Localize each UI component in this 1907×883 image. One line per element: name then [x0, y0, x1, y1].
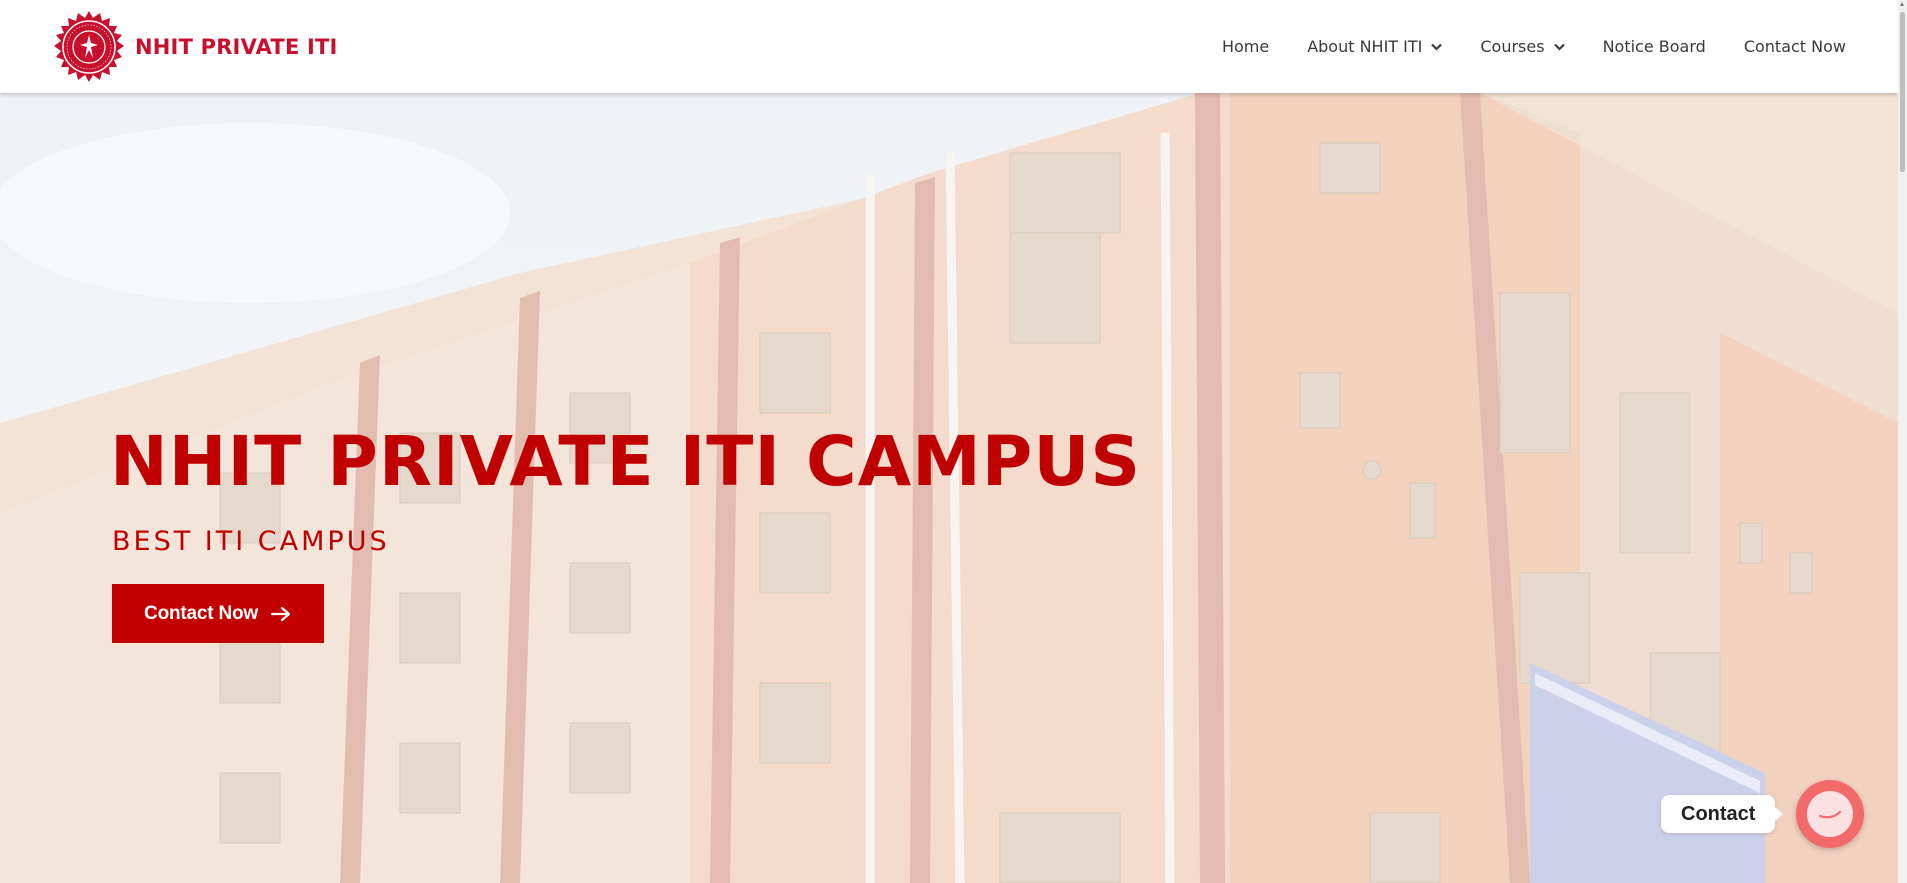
floating-contact-text: Contact — [1681, 802, 1756, 825]
nav-item-courses[interactable]: Courses — [1480, 37, 1565, 56]
college-seal-icon — [54, 11, 124, 82]
nav-item-home[interactable]: Home — [1222, 37, 1269, 56]
scroll-up-icon[interactable] — [1900, 2, 1904, 6]
brand-name: NHIT PRIVATE ITI — [135, 35, 338, 59]
brand[interactable]: NHIT PRIVATE ITI — [52, 10, 338, 84]
chevron-down-icon — [1431, 43, 1443, 51]
floating-contact-button[interactable] — [1796, 780, 1864, 848]
phone-handset-icon — [1818, 810, 1842, 819]
main-nav: Home About NHIT ITI Courses Notice Board… — [1222, 0, 1846, 93]
floating-contact-label[interactable]: Contact — [1661, 795, 1784, 833]
contact-now-button-label: Contact Now — [144, 602, 258, 624]
nav-item-label: Home — [1221, 37, 1270, 56]
nav-item-about[interactable]: About NHIT ITI — [1307, 37, 1443, 56]
arrow-right-icon — [270, 606, 291, 621]
chevron-down-icon — [1553, 43, 1565, 51]
nav-item-label: About NHIT ITI — [1307, 37, 1423, 56]
contact-now-button[interactable]: Contact Now — [112, 584, 324, 643]
nav-item-notice-board[interactable]: Notice Board — [1603, 37, 1706, 56]
page-scrollbar[interactable] — [1898, 0, 1907, 883]
nav-item-label: Notice Board — [1602, 37, 1706, 56]
hero-section: NHIT PRIVATE ITI CAMPUS BEST ITI CAMPUS … — [0, 93, 1898, 883]
hero-title: NHIT PRIVATE ITI CAMPUS — [110, 422, 1142, 502]
nav-item-label: Contact Now — [1743, 37, 1846, 56]
nav-item-contact-now[interactable]: Contact Now — [1744, 37, 1846, 56]
site-header: NHIT PRIVATE ITI Home About NHIT ITI Cou… — [0, 0, 1898, 93]
chat-bubble-icon — [1807, 791, 1853, 837]
nav-item-label: Courses — [1480, 37, 1545, 56]
scrollbar-thumb[interactable] — [1900, 12, 1905, 172]
hero-subtitle: BEST ITI CAMPUS — [112, 526, 390, 557]
page: NHIT PRIVATE ITI Home About NHIT ITI Cou… — [0, 0, 1907, 883]
